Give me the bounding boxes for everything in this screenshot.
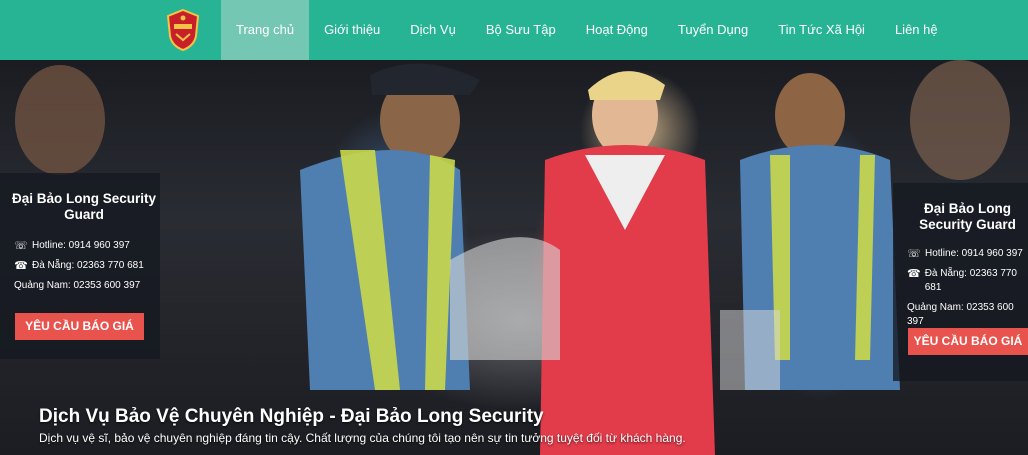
main-menu: Trang chủ Giới thiệu Dịch Vụ Bộ Sưu Tập … — [221, 0, 953, 60]
nav-item-contact[interactable]: Liên hệ — [880, 0, 953, 60]
phone-icon: ☎ — [907, 268, 921, 280]
hotline-text[interactable]: Hotline: 0914 960 397 — [32, 239, 130, 253]
company-name: Đại Bảo Long Security Guard — [11, 191, 157, 222]
contact-panel-right: Đại Bảo Long Security Guard ☏ Hotline: 0… — [893, 183, 1028, 381]
danang-phone-text[interactable]: Đà Nẵng: 02363 770 681 — [925, 267, 1028, 295]
phone-icon: ☎ — [14, 260, 28, 272]
nav-item-gallery[interactable]: Bộ Sưu Tập — [471, 0, 571, 60]
mobile-phone-icon: ☏ — [14, 240, 28, 252]
quangnam-row: Quảng Nam: 02353 600 397 — [893, 301, 1028, 329]
hotline-row: ☏ Hotline: 0914 960 397 — [0, 239, 160, 253]
shield-crest-icon[interactable] — [166, 8, 200, 52]
request-quote-button[interactable]: YÊU CẦU BÁO GIÁ — [908, 328, 1028, 355]
quangnam-phone-text[interactable]: Quảng Nam: 02353 600 397 — [14, 279, 140, 293]
quangnam-row: Quảng Nam: 02353 600 397 — [0, 279, 160, 293]
quangnam-phone-text[interactable]: Quảng Nam: 02353 600 397 — [907, 301, 1028, 329]
nav-item-careers[interactable]: Tuyển Dụng — [663, 0, 763, 60]
hero-subtitle: Dịch vụ vệ sĩ, bảo vệ chuyên nghiệp đáng… — [39, 431, 686, 445]
nav-item-about[interactable]: Giới thiệu — [309, 0, 395, 60]
top-navbar: Trang chủ Giới thiệu Dịch Vụ Bộ Sưu Tập … — [0, 0, 1028, 60]
hero-banner: Đại Bảo Long Security Guard ☏ Hotline: 0… — [0, 60, 1028, 455]
request-quote-button[interactable]: YÊU CẦU BÁO GIÁ — [15, 313, 144, 340]
mobile-phone-icon: ☏ — [907, 248, 921, 260]
nav-item-services[interactable]: Dịch Vụ — [395, 0, 471, 60]
hero-title: Dịch Vụ Bảo Vệ Chuyên Nghiệp - Đại Bảo L… — [39, 406, 544, 427]
hotline-row: ☏ Hotline: 0914 960 397 — [893, 247, 1028, 261]
danang-row: ☎ Đà Nẵng: 02363 770 681 — [893, 267, 1028, 295]
company-name: Đại Bảo Long Security Guard — [919, 201, 1016, 232]
nav-item-home[interactable]: Trang chủ — [221, 0, 310, 60]
danang-row: ☎ Đà Nẵng: 02363 770 681 — [0, 259, 160, 273]
nav-item-news[interactable]: Tin Tức Xã Hội — [763, 0, 880, 60]
danang-phone-text[interactable]: Đà Nẵng: 02363 770 681 — [32, 259, 144, 273]
nav-item-activities[interactable]: Hoạt Động — [571, 0, 663, 60]
contact-panel-left: Đại Bảo Long Security Guard ☏ Hotline: 0… — [0, 173, 160, 359]
hotline-text[interactable]: Hotline: 0914 960 397 — [925, 247, 1023, 261]
